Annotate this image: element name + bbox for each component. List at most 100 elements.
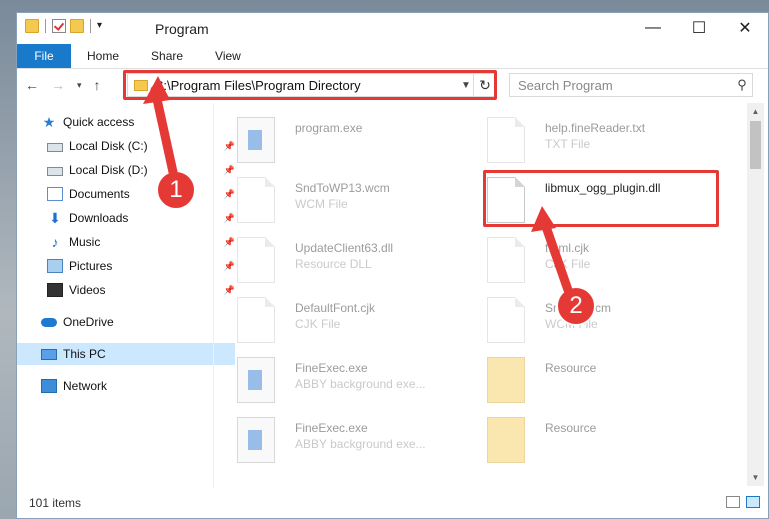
file-type: ABBY background exe... <box>295 377 426 391</box>
tab-file[interactable]: File <box>17 44 71 68</box>
sidebar-item-network[interactable]: Network <box>17 375 235 397</box>
folder-icon <box>487 357 525 403</box>
music-icon: ♪ <box>51 234 59 250</box>
search-box[interactable]: Search Program ⚲ <box>509 73 753 97</box>
search-icon[interactable]: ⚲ <box>732 77 752 93</box>
sidebar-item-label: Videos <box>69 283 106 297</box>
exe-file-icon <box>237 357 275 403</box>
tab-view[interactable]: View <box>199 44 257 68</box>
list-item[interactable]: DefaultFont.cjk CJK File <box>217 293 457 345</box>
list-item[interactable]: UpdateClient63.dll Resource DLL <box>217 233 457 285</box>
list-item[interactable]: help.fineReader.txt TXT File <box>467 113 707 165</box>
text-file-icon <box>487 117 525 163</box>
recent-locations-icon[interactable]: ▾ <box>77 80 82 91</box>
tab-share[interactable]: Share <box>135 44 199 68</box>
dll-gear-icon <box>237 237 275 283</box>
drive-icon <box>47 166 63 176</box>
tab-home[interactable]: Home <box>71 44 135 68</box>
scroll-down-icon[interactable]: ▼ <box>747 469 764 486</box>
file-type: CJK File <box>295 317 341 331</box>
exe-file-icon <box>237 417 275 463</box>
navigation-bar: ← → ▾ ↑ C:\Program Files\Program Directo… <box>17 69 768 103</box>
file-name: UpdateClient63.dll <box>295 241 394 255</box>
divider <box>90 19 91 33</box>
file-name: FineExec.exe <box>295 421 368 435</box>
details-view-icon[interactable] <box>726 496 740 508</box>
documents-icon <box>47 187 63 201</box>
file-highlight-box <box>483 170 719 227</box>
sidebar-item-label: Downloads <box>69 211 129 225</box>
scroll-up-icon[interactable]: ▲ <box>747 103 764 120</box>
sidebar-item-downloads[interactable]: ⬇ Downloads 📌 <box>17 207 241 229</box>
file-name: f...ml.cjk <box>545 241 589 255</box>
exe-file-icon <box>237 117 275 163</box>
sidebar-item-local-disk-d[interactable]: Local Disk (D:) 📌 <box>17 159 241 181</box>
window-title: Program <box>155 21 209 37</box>
sidebar-item-documents[interactable]: Documents 📌 <box>17 183 241 205</box>
address-highlight-box <box>123 70 497 100</box>
list-item[interactable]: f...ml.cjk CJK File <box>467 233 707 285</box>
sidebar-item-this-pc[interactable]: This PC <box>17 343 235 365</box>
sidebar-item-label: This PC <box>63 347 106 361</box>
new-folder-icon[interactable] <box>70 19 84 33</box>
pane-divider[interactable] <box>213 103 214 488</box>
file-name: DefaultFont.cjk <box>295 301 376 315</box>
computer-icon <box>41 348 57 360</box>
file-type: CJK File <box>545 257 591 271</box>
window-controls: — ☐ ✕ <box>630 13 768 43</box>
sidebar-item-music[interactable]: ♪ Music 📌 <box>17 231 241 253</box>
back-icon[interactable]: ← <box>25 77 39 93</box>
properties-icon[interactable] <box>52 19 66 33</box>
scroll-thumb[interactable] <box>750 121 761 169</box>
list-item[interactable]: Resource <box>467 353 707 405</box>
status-bar: 101 items <box>17 488 768 518</box>
sidebar-item-videos[interactable]: Videos 📌 <box>17 279 241 301</box>
folder-icon <box>487 417 525 463</box>
sidebar-item-pictures[interactable]: Pictures 📌 <box>17 255 241 277</box>
customize-toolbar-icon[interactable]: ▾ <box>97 19 111 33</box>
sidebar-item-label: Pictures <box>69 259 113 273</box>
nav-buttons: ← → ▾ ↑ <box>25 77 101 93</box>
file-name: program.exe <box>295 121 363 135</box>
step-badge-1: 1 <box>156 170 196 210</box>
maximize-button[interactable]: ☐ <box>676 13 722 43</box>
sidebar-item-label: OneDrive <box>63 315 114 329</box>
download-icon: ⬇ <box>49 210 61 226</box>
vertical-scrollbar[interactable]: ▲ ▼ <box>747 103 764 486</box>
cloud-icon <box>41 317 57 327</box>
large-icons-view-icon[interactable] <box>746 496 760 508</box>
sidebar-item-quick-access[interactable]: ★ Quick access <box>17 111 235 133</box>
sidebar-item-label: Quick access <box>63 115 135 129</box>
sidebar-item-label: Documents <box>69 187 130 201</box>
sidebar-item-onedrive[interactable]: OneDrive <box>17 311 235 333</box>
minimize-button[interactable]: — <box>630 13 676 43</box>
list-item[interactable]: FineExec.exe ABBY background exe... <box>217 413 457 465</box>
folder-icon[interactable] <box>25 19 39 33</box>
close-button[interactable]: ✕ <box>722 13 768 43</box>
file-type: ABBY background exe... <box>295 437 426 451</box>
list-item[interactable]: SndToWP13.wcm WCM File <box>217 173 457 225</box>
explorer-window: ▾ Program — ☐ ✕ File Home Share View ← →… <box>16 12 769 519</box>
videos-icon <box>47 283 63 297</box>
up-icon[interactable]: ↑ <box>94 77 101 93</box>
file-type: WCM File <box>295 197 348 211</box>
pictures-icon <box>47 259 63 273</box>
search-input[interactable]: Search Program <box>518 78 732 93</box>
title-bar: ▾ Program — ☐ ✕ <box>17 13 768 44</box>
item-count: 101 items <box>29 496 82 510</box>
sidebar-item-local-disk-c[interactable]: Local Disk (C:) 📌 <box>17 135 241 157</box>
list-item[interactable]: program.exe <box>217 113 457 165</box>
drive-icon <box>47 142 63 152</box>
ribbon-tabs: File Home Share View <box>17 44 768 69</box>
list-item[interactable]: FineExec.exe ABBY background exe... <box>217 353 457 405</box>
file-list: program.exe help.fineReader.txt TXT File… <box>217 103 747 483</box>
file-name: Resource <box>545 421 597 435</box>
file-icon <box>237 177 275 223</box>
sidebar-item-label: Music <box>69 235 101 249</box>
divider <box>45 19 46 33</box>
forward-icon[interactable]: → <box>51 77 65 93</box>
file-icon <box>487 237 525 283</box>
file-type: TXT File <box>545 137 591 151</box>
sidebar-item-label: Local Disk (C:) <box>69 139 148 153</box>
list-item[interactable]: Resource <box>467 413 707 465</box>
